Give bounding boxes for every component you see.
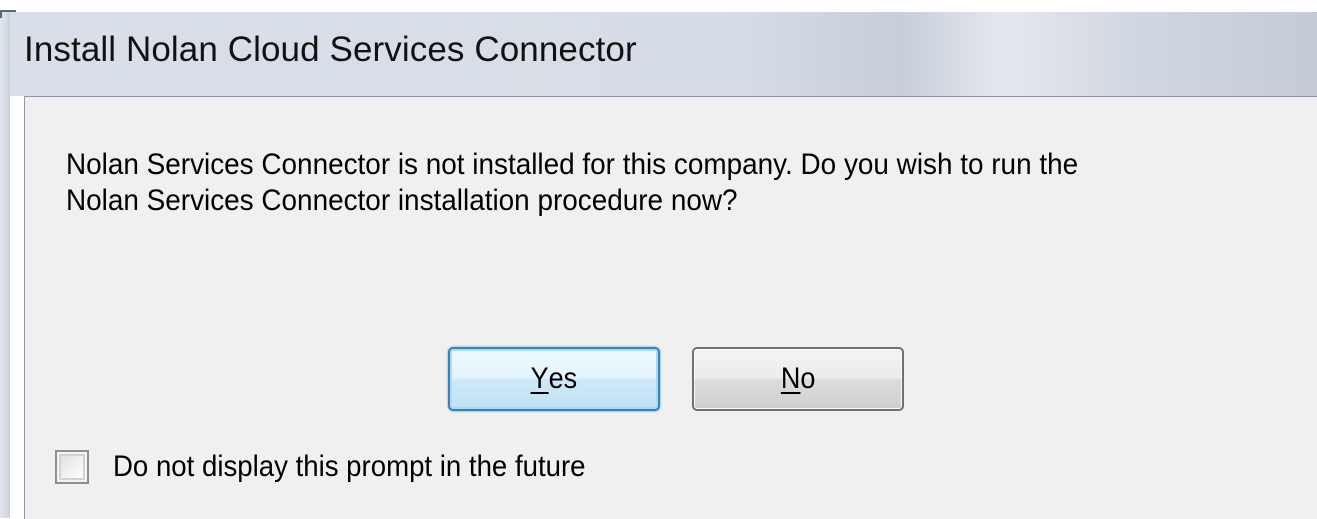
dont-show-again-label[interactable]: Do not display this prompt in the future	[113, 450, 586, 484]
yes-button[interactable]: Yes	[448, 347, 660, 411]
dialog-window: Install Nolan Cloud Services Connector N…	[0, 0, 1317, 519]
window-title: Install Nolan Cloud Services Connector	[24, 30, 637, 69]
yes-label-rest: es	[548, 362, 578, 395]
no-label-rest: o	[800, 362, 816, 395]
dont-show-again-checkbox[interactable]	[55, 450, 89, 484]
no-mnemonic: N	[780, 362, 801, 395]
yes-button-label: Yes	[531, 362, 578, 396]
dialog-content: Nolan Services Connector is not installe…	[24, 96, 1317, 519]
no-button-label: No	[781, 362, 816, 396]
no-button[interactable]: No	[692, 347, 904, 411]
prompt-message: Nolan Services Connector is not installe…	[66, 148, 1079, 217]
dont-show-again-row[interactable]: Do not display this prompt in the future	[55, 447, 627, 487]
window-frame-left	[0, 12, 10, 518]
yes-mnemonic: Y	[530, 362, 549, 395]
